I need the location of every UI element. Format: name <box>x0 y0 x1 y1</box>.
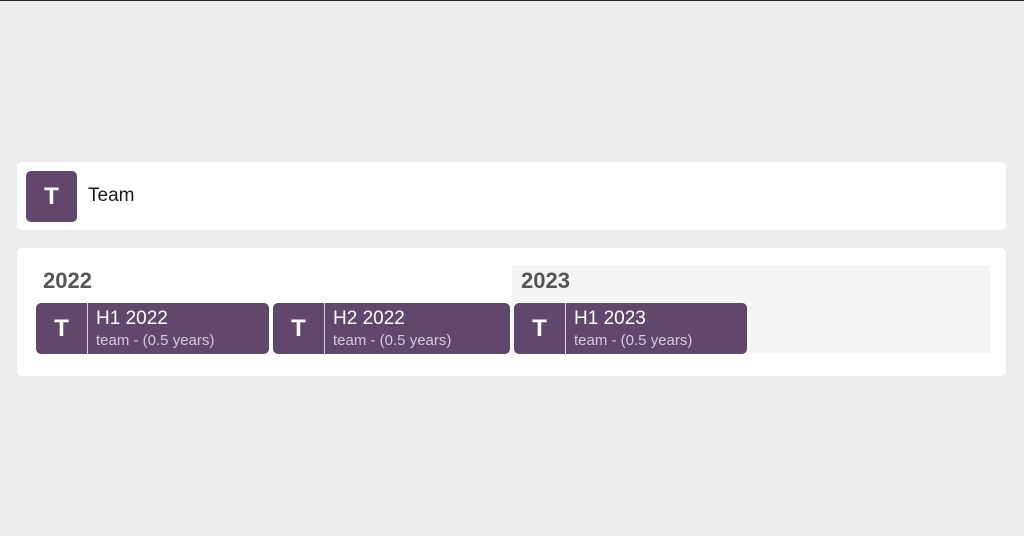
period-title: H1 2023 <box>574 308 646 329</box>
period-title: H1 2022 <box>96 308 168 329</box>
period-h2-2022[interactable]: T H2 2022 team - (0.5 years) <box>273 303 510 354</box>
period-title: H2 2022 <box>333 308 405 329</box>
timeline-card: 2022 2023 T H1 2022 team - (0.5 years) T… <box>17 248 1006 376</box>
year-label-2023: 2023 <box>521 268 570 293</box>
period-avatar: T <box>514 303 566 354</box>
team-avatar: T <box>26 171 77 222</box>
period-subtitle: team - (0.5 years) <box>333 332 452 349</box>
team-name: Team <box>88 185 135 206</box>
period-h1-2023[interactable]: T H1 2023 team - (0.5 years) <box>514 303 747 354</box>
team-header-card: T Team <box>17 162 1006 230</box>
period-avatar: T <box>36 303 88 354</box>
top-border <box>0 0 1024 1</box>
year-label-2022: 2022 <box>43 268 92 293</box>
period-h1-2022[interactable]: T H1 2022 team - (0.5 years) <box>36 303 269 354</box>
period-subtitle: team - (0.5 years) <box>574 332 693 349</box>
period-avatar: T <box>273 303 325 354</box>
period-subtitle: team - (0.5 years) <box>96 332 215 349</box>
